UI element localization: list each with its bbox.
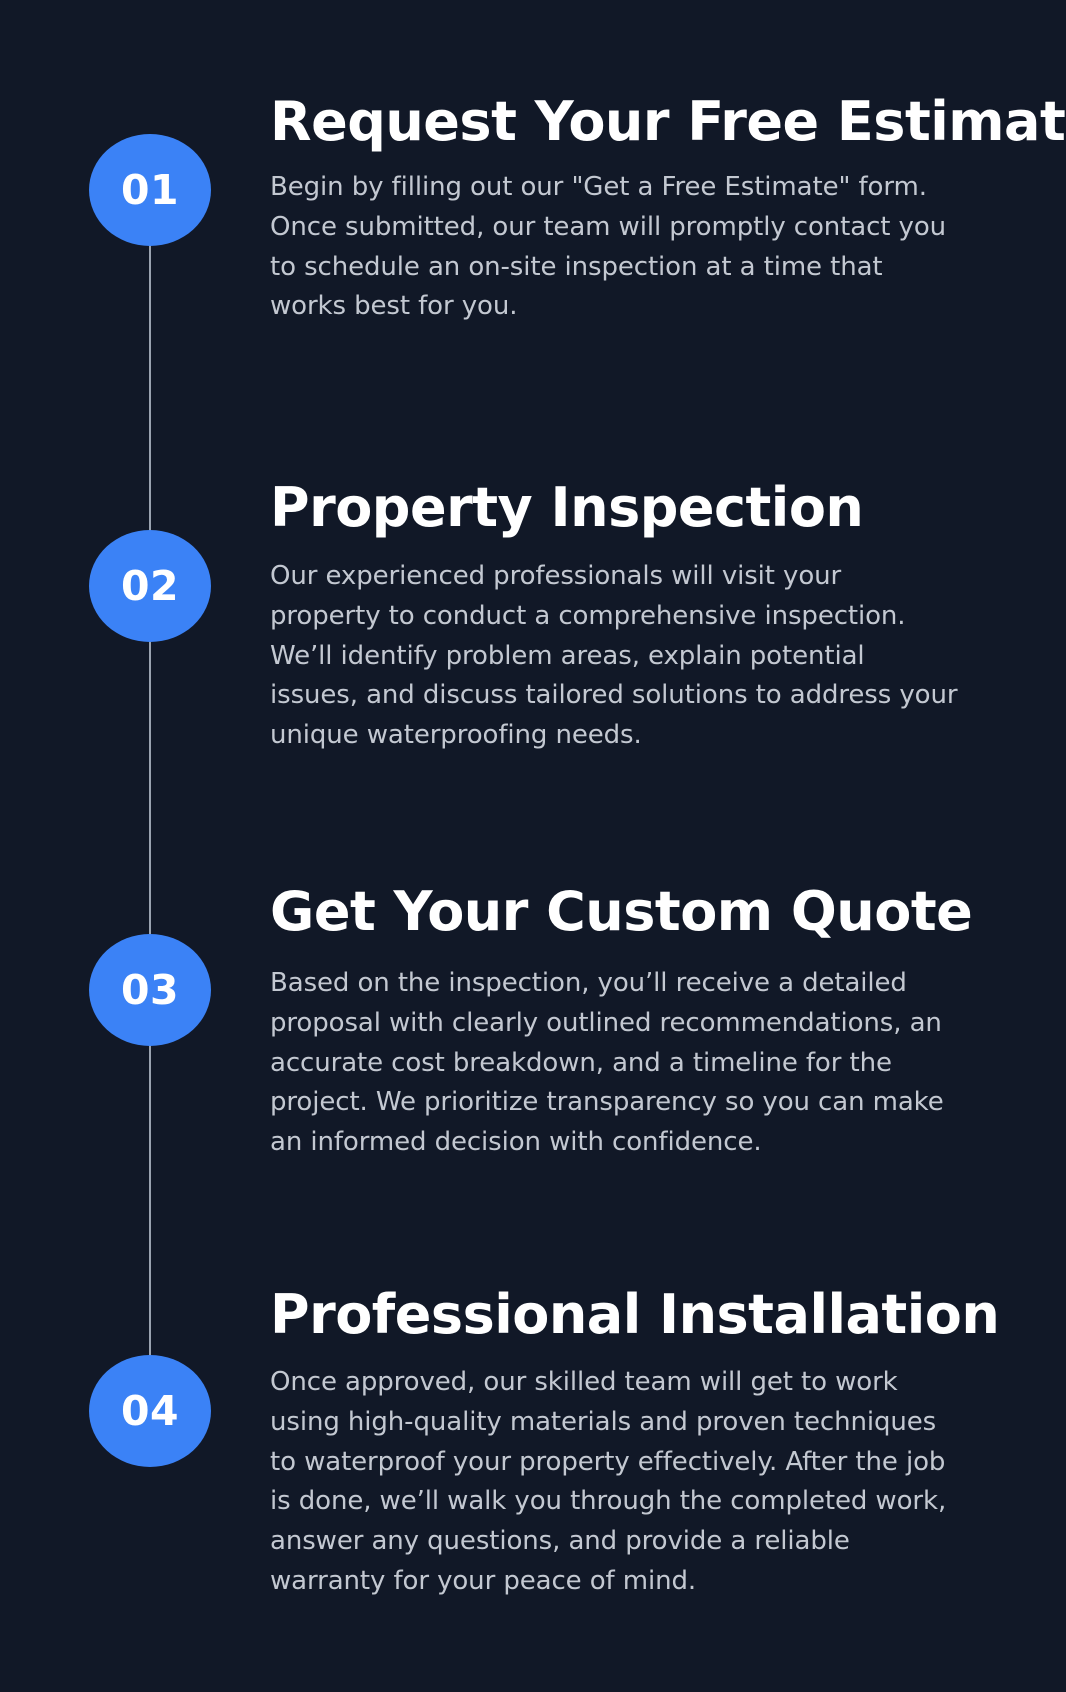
step-number-badge: 01 bbox=[89, 134, 211, 246]
process-timeline: 01 Request Your Free Estimate Begin by f… bbox=[0, 0, 1066, 1692]
step-title: Professional Installation bbox=[270, 1283, 1000, 1346]
step-number-badge: 02 bbox=[89, 530, 211, 642]
step-description: Once approved, our skilled team will get… bbox=[270, 1367, 947, 1596]
step-item: Property Inspection Our experienced prof… bbox=[270, 476, 1030, 756]
step-item: Professional Installation Once approved,… bbox=[270, 1283, 1030, 1602]
timeline-connector bbox=[149, 244, 151, 532]
timeline-connector bbox=[149, 640, 151, 935]
step-title: Request Your Free Estimate bbox=[270, 90, 1066, 153]
step-description: Begin by filling out our "Get a Free Est… bbox=[270, 172, 947, 322]
step-description: Based on the inspection, you’ll receive … bbox=[270, 968, 944, 1158]
timeline-connector bbox=[149, 1043, 151, 1356]
step-title: Get Your Custom Quote bbox=[270, 880, 973, 943]
step-title: Property Inspection bbox=[270, 476, 864, 539]
step-item: Request Your Free Estimate Begin by fill… bbox=[270, 90, 1066, 327]
step-number-badge: 04 bbox=[89, 1355, 211, 1467]
step-description: Our experienced professionals will visit… bbox=[270, 561, 958, 751]
step-number-badge: 03 bbox=[89, 934, 211, 1046]
step-item: Get Your Custom Quote Based on the inspe… bbox=[270, 880, 1030, 1163]
